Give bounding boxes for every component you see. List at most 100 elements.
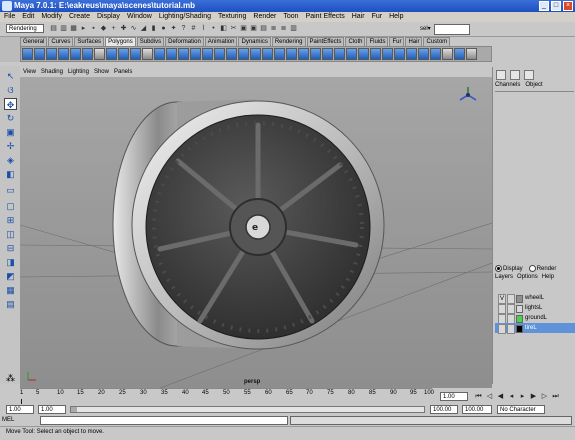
lasso-tool-icon[interactable]: ଓ [4, 84, 17, 96]
mask-joints-icon[interactable]: ✚ [120, 24, 127, 33]
combine-icon[interactable] [106, 48, 117, 60]
layout-two-side-icon[interactable]: ◫ [4, 228, 17, 240]
play-forwards-icon[interactable]: ▸ [518, 392, 527, 401]
move-tool-icon[interactable]: ✥ [4, 98, 17, 110]
go-to-end-icon[interactable]: ⏭ [551, 392, 560, 401]
poly-pipe-icon[interactable] [94, 48, 105, 60]
poly-cone-icon[interactable] [58, 48, 69, 60]
shelf-tab-painteffects[interactable]: PaintEffects [306, 37, 345, 46]
smooth-icon[interactable] [130, 48, 141, 60]
select-object-icon[interactable]: ▪ [90, 24, 97, 33]
character-set-dropdown[interactable]: No Character Set [497, 405, 545, 422]
new-scene-icon[interactable]: ▤ [50, 24, 57, 33]
snap-point-icon[interactable]: • [210, 24, 217, 33]
time-slider[interactable]: 1 5 10 15 20 25 30 35 40 45 50 55 60 65 … [0, 388, 575, 405]
panel-menu-panels[interactable]: Panels [114, 67, 132, 77]
layout-hypershade-icon[interactable]: ▦ [4, 284, 17, 296]
uv-editor-icon[interactable] [430, 48, 441, 60]
mask-curves-icon[interactable]: ∿ [130, 24, 137, 33]
display-layer-radio[interactable]: Display [495, 265, 523, 272]
menu-window[interactable]: Window [127, 12, 152, 22]
step-forward-key-icon[interactable]: ▶ [529, 392, 538, 401]
select-component-icon[interactable]: ◆ [100, 24, 107, 33]
close-button[interactable]: × [563, 1, 573, 11]
minimize-button[interactable]: _ [539, 1, 549, 11]
bevel-icon[interactable] [274, 48, 285, 60]
shelf-tab-surfaces[interactable]: Surfaces [74, 37, 105, 46]
fill-hole-icon[interactable] [454, 48, 465, 60]
manipulator-tool-icon[interactable]: ✢ [4, 140, 17, 152]
step-forward-icon[interactable]: ▷ [540, 392, 549, 401]
playback-start-field[interactable]: 1.00 [38, 405, 66, 414]
shelf-tab-custom[interactable]: Custom [423, 37, 451, 46]
quick-selection-field[interactable] [434, 24, 470, 35]
show-attribute-editor-icon[interactable]: ≣ [270, 24, 277, 33]
spherical-mapping-icon[interactable] [406, 48, 417, 60]
layer-color-swatch[interactable] [516, 315, 523, 323]
snap-curve-icon[interactable]: ⌇ [200, 24, 207, 33]
automatic-mapping-icon[interactable] [418, 48, 429, 60]
layer-color-swatch[interactable] [516, 305, 523, 313]
channel-box-toggle-icon[interactable] [496, 70, 506, 80]
shelf-tab-general[interactable]: General [20, 37, 48, 46]
insert-edge-loop-icon[interactable] [310, 48, 321, 60]
planar-mapping-icon[interactable] [382, 48, 393, 60]
delete-edge-icon[interactable] [298, 48, 309, 60]
layout-four-panes-icon[interactable]: ⊞ [4, 214, 17, 226]
select-tool-icon[interactable]: ↖ [4, 70, 17, 82]
mask-deformations-icon[interactable]: ▮ [150, 24, 157, 33]
panel-menu-shading[interactable]: Shading [41, 67, 63, 77]
mask-surfaces-icon[interactable]: ◢ [140, 24, 147, 33]
playback-end-field[interactable]: 100.00 [430, 405, 458, 414]
menu-edit[interactable]: Edit [22, 12, 34, 22]
shelf-tab-deformation[interactable]: Deformation [165, 37, 204, 46]
separate-icon[interactable] [118, 48, 129, 60]
open-scene-icon[interactable]: ▥ [60, 24, 67, 33]
layer-color-swatch[interactable] [516, 325, 523, 333]
panel-menu-view[interactable]: View [23, 67, 36, 77]
current-frame-field[interactable]: 1.00 [440, 392, 468, 401]
menu-file[interactable]: File [4, 12, 15, 22]
sculpt-tool-icon[interactable] [442, 48, 453, 60]
menu-fur[interactable]: Fur [372, 12, 383, 22]
extrude-edge-icon[interactable] [202, 48, 213, 60]
shelf-tab-dynamics[interactable]: Dynamics [238, 37, 271, 46]
options-menu[interactable]: Options [517, 274, 538, 280]
shelf-menu-icon[interactable] [466, 48, 477, 60]
menu-lighting-shading[interactable]: Lighting/Shading [159, 12, 211, 22]
reverse-normals-icon[interactable] [346, 48, 357, 60]
step-back-icon[interactable]: ◁ [485, 392, 494, 401]
panel-menu-lighting[interactable]: Lighting [68, 67, 89, 77]
range-slider-handle[interactable] [71, 407, 77, 412]
menu-set-dropdown[interactable]: Rendering [6, 24, 44, 33]
maximize-button[interactable]: □ [551, 1, 561, 11]
menu-help[interactable]: Help [389, 12, 403, 22]
menu-display[interactable]: Display [97, 12, 120, 22]
construction-history-icon[interactable]: ✂ [230, 24, 237, 33]
extrude-face-icon[interactable] [190, 48, 201, 60]
poly-torus-icon[interactable] [82, 48, 93, 60]
shelf-tab-rendering[interactable]: Rendering [271, 37, 306, 46]
layer-color-swatch[interactable] [516, 295, 523, 303]
panel-menu-show[interactable]: Show [94, 67, 109, 77]
layer-row-tire[interactable]: tireL [495, 323, 575, 334]
perspective-viewport[interactable]: e persp [20, 77, 492, 388]
mask-handles-icon[interactable]: + [110, 24, 117, 33]
show-channel-box-icon[interactable]: ▥ [290, 24, 297, 33]
mask-rendering-icon[interactable]: ✦ [170, 24, 177, 33]
layer-playback-toggle[interactable] [507, 324, 515, 334]
show-manipulator-icon[interactable]: ◧ [4, 168, 17, 180]
menu-modify[interactable]: Modify [41, 12, 62, 22]
shelf-tab-fluids[interactable]: Fluids [366, 37, 389, 46]
poly-cube-icon[interactable] [34, 48, 45, 60]
animation-end-field[interactable]: 100.00 [462, 405, 492, 414]
ipr-render-icon[interactable]: ▣ [250, 24, 257, 33]
shelf-tab-animation[interactable]: Animation [204, 37, 238, 46]
range-slider-bar[interactable] [70, 406, 425, 413]
object-menu[interactable]: Object [525, 82, 542, 88]
layout-graph-persp-icon[interactable]: ◩ [4, 270, 17, 282]
cylindrical-mapping-icon[interactable] [394, 48, 405, 60]
layer-visibility-toggle[interactable] [498, 324, 506, 334]
save-scene-icon[interactable]: ▦ [70, 24, 77, 33]
boolean-intersection-icon[interactable] [166, 48, 177, 60]
